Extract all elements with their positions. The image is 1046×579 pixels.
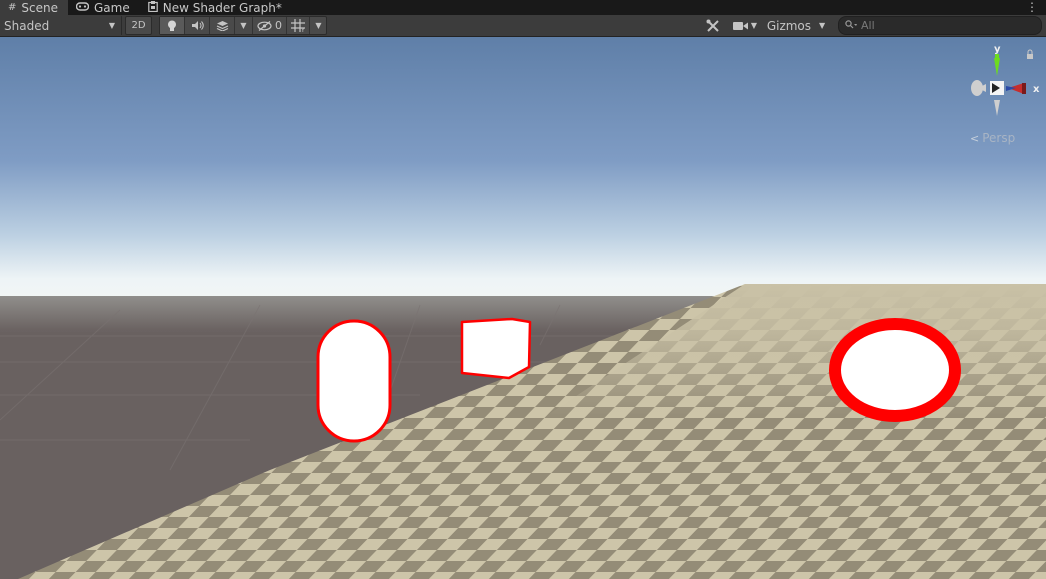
speaker-icon	[191, 21, 204, 30]
tab-game[interactable]: Game	[68, 0, 140, 15]
y-axis-cone[interactable]	[994, 58, 1000, 76]
y-axis-label: y	[994, 44, 1001, 55]
chevron-down-icon: ▼	[108, 21, 115, 30]
neg-y-axis-cone[interactable]	[994, 100, 1000, 116]
draw-mode-label: Shaded	[4, 18, 50, 33]
grid-dropdown[interactable]: ▼	[310, 17, 327, 34]
eye-hidden-icon	[257, 20, 272, 31]
svg-text:Y: Y	[300, 27, 305, 32]
x-axis-label: x	[1033, 84, 1040, 95]
layers-icon	[216, 21, 228, 31]
audio-toggle[interactable]	[185, 17, 210, 34]
scene-toolbar: Shaded ▼ 2D ▼ 0 Y ▼ ▼ Gizmos ▼ All	[0, 15, 1046, 37]
tools-icon	[706, 19, 719, 32]
search-icon	[845, 19, 857, 32]
grid-icon: Y	[291, 19, 305, 32]
scene-viewport[interactable]: y x < Persp	[0, 37, 1046, 579]
chevron-down-icon: ▼	[750, 21, 758, 30]
skybox	[0, 37, 1046, 315]
scene-grid-icon: #	[8, 2, 17, 13]
toggle-2d-button[interactable]: 2D	[125, 16, 152, 35]
search-placeholder: All	[861, 19, 875, 32]
draw-mode-dropdown[interactable]: Shaded ▼	[0, 16, 122, 35]
chevron-down-icon: ▼	[240, 21, 247, 30]
editor-tab-bar: # Scene Game New Shader Graph* ⋮	[0, 0, 1046, 15]
tab-scene[interactable]: # Scene	[0, 0, 68, 15]
gizmo-tools-group: ▼ Gizmos ▼	[701, 16, 831, 35]
camera-settings-dropdown[interactable]: ▼	[729, 16, 761, 35]
perspective-icon: <	[970, 131, 980, 145]
lock-icon[interactable]	[1027, 49, 1033, 59]
more-options-icon[interactable]: ⋮	[1026, 0, 1038, 14]
gizmos-label: Gizmos	[766, 18, 812, 33]
chevron-down-icon: ▼	[819, 21, 826, 30]
effects-dropdown[interactable]: ▼	[235, 17, 253, 34]
projection-toggle[interactable]: < Persp	[970, 131, 1015, 145]
scene-toggles-group: ▼ 0 Y ▼	[159, 16, 327, 35]
camera-icon	[732, 21, 748, 30]
tab-shader-graph-label: New Shader Graph*	[162, 0, 282, 15]
tools-toggle[interactable]	[701, 16, 725, 35]
search-field[interactable]: All	[838, 16, 1042, 35]
lighting-toggle[interactable]	[160, 17, 185, 34]
hidden-count: 0	[275, 19, 282, 32]
chevron-down-icon: ▼	[315, 21, 322, 30]
tab-game-label: Game	[93, 0, 130, 15]
sphere-object[interactable]	[829, 318, 961, 422]
scene-visibility-toggle[interactable]: 0	[253, 17, 287, 34]
tab-shader-graph[interactable]: New Shader Graph*	[140, 0, 292, 15]
lightbulb-icon	[168, 20, 176, 31]
gizmos-dropdown[interactable]: Gizmos ▼	[763, 16, 829, 35]
gamepad-icon	[75, 1, 90, 14]
shader-graph-icon	[147, 0, 158, 15]
tab-scene-label: Scene	[21, 0, 58, 15]
capsule-object[interactable]	[316, 319, 392, 443]
effects-toggle[interactable]	[210, 17, 235, 34]
projection-label: Persp	[982, 131, 1016, 145]
cube-object[interactable]	[460, 317, 532, 380]
grid-toggle[interactable]: Y	[287, 17, 310, 34]
